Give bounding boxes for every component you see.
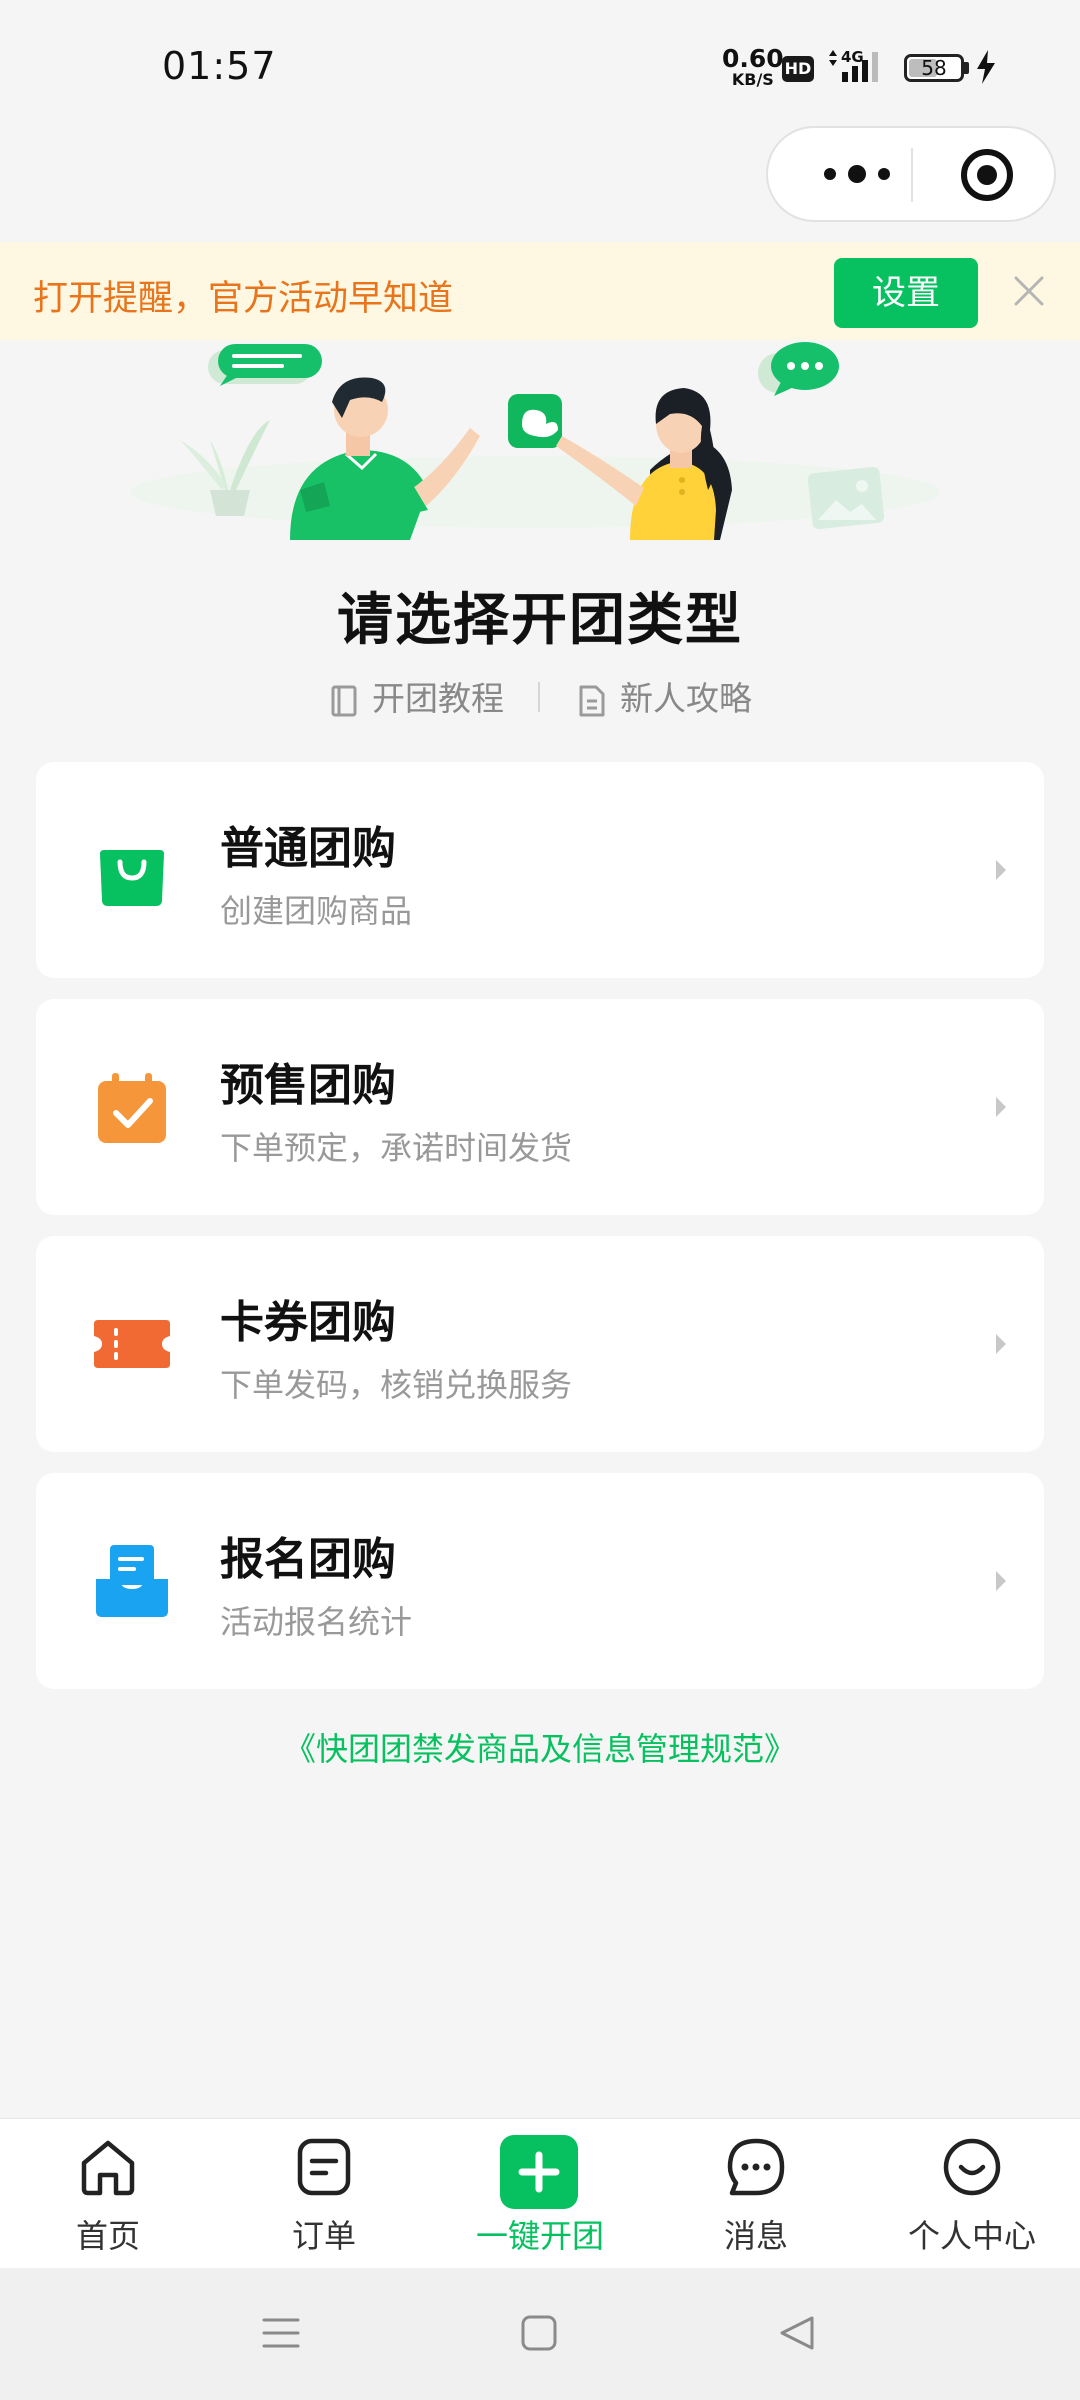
option-card-presale[interactable]: 预售团购 下单预定，承诺时间发货 [36,999,1044,1215]
hd-badge: HD [782,56,814,82]
menu-icon[interactable] [262,2314,300,2352]
option-subtitle: 下单发码，核销兑换服务 [220,1366,573,1404]
close-icon[interactable] [1013,275,1045,307]
inbox-form-icon [96,1545,168,1617]
more-icon[interactable] [812,158,902,190]
chevron-right-icon [996,1334,1006,1354]
home-square-icon[interactable] [520,2314,558,2352]
back-icon[interactable] [778,2314,816,2352]
miniprogram-capsule [766,126,1056,222]
tab-label: 首页 [75,2217,140,2255]
status-time: 01:57 [162,44,277,88]
option-title: 卡券团购 [220,1297,396,1348]
capsule-divider [911,148,913,202]
battery-icon: 58 [904,54,964,82]
app-logo-illustration [508,394,562,448]
tab-messages[interactable]: 消息 [648,2119,864,2269]
hero-illustration [130,342,940,540]
tab-label: 消息 [723,2217,788,2255]
option-title: 预售团购 [220,1060,396,1111]
signal-icon: 4G [829,48,878,82]
tab-quick-start-group[interactable]: 一键开团 [432,2119,648,2269]
option-card-signup[interactable]: 报名团购 活动报名统计 [36,1473,1044,1689]
tutorial-link-label: 开团教程 [372,679,504,718]
rules-link[interactable]: 《快团团禁发商品及信息管理规范》 [0,1724,1080,1770]
plus-icon [518,2151,560,2193]
settings-button[interactable]: 设置 [834,258,978,328]
bottom-tab-bar: 首页 订单 一键开团 消息 个人中心 [0,2118,1080,2269]
status-bar: 01:57 0.60 KB/S HD 4G 58 [0,0,1080,130]
tab-label: 订单 [291,2217,356,2255]
option-subtitle: 创建团购商品 [220,892,413,930]
tab-home[interactable]: 首页 [0,2119,216,2269]
help-links: 开团教程 新人攻略 [0,672,1080,722]
option-subtitle: 下单预定，承诺时间发货 [220,1129,573,1167]
tab-orders[interactable]: 订单 [216,2119,432,2269]
tutorial-link[interactable]: 开团教程 [330,672,504,720]
chat-bubble-left [208,344,322,386]
calendar-check-icon [98,1073,166,1143]
network-speed: 0.60 KB/S [722,46,784,88]
newbie-guide-link[interactable]: 新人攻略 [578,672,752,720]
message-icon [727,2138,785,2196]
page-title: 请选择开团类型 [337,588,743,653]
option-subtitle: 活动报名统计 [220,1603,413,1641]
banner-text: 打开提醒，官方活动早知道 [33,279,454,319]
network-type: 4G [841,48,864,66]
option-card-normal[interactable]: 普通团购 创建团购商品 [36,762,1044,978]
shopping-bag-icon [100,850,164,906]
tab-profile[interactable]: 个人中心 [864,2119,1080,2269]
plus-icon-bg [500,2135,578,2209]
reminder-banner: 打开提醒，官方活动早知道 设置 [0,242,1080,340]
home-icon [81,2140,135,2196]
book-icon [331,685,357,716]
battery-level: 58 [921,56,947,80]
chevron-right-icon [996,1571,1006,1591]
option-title: 报名团购 [220,1534,396,1585]
links-divider [538,682,540,712]
exit-miniprogram-icon[interactable] [960,148,1014,202]
charging-icon [977,50,995,84]
tab-label: 一键开团 [475,2217,604,2255]
network-speed-unit: KB/S [731,70,774,89]
newbie-guide-link-label: 新人攻略 [620,679,752,718]
chevron-right-icon [996,1097,1006,1117]
system-navigation-bar [0,2268,1080,2400]
ticket-icon [94,1320,170,1368]
picture-frame-illustration [807,466,885,530]
option-title: 普通团购 [220,823,396,874]
tab-label: 个人中心 [907,2217,1036,2255]
option-card-voucher[interactable]: 卡券团购 下单发码，核销兑换服务 [36,1236,1044,1452]
chevron-right-icon [996,860,1006,880]
network-speed-value: 0.60 [722,44,784,73]
profile-icon [943,2138,1001,2196]
chat-bubble-right [758,342,839,396]
order-icon [297,2138,351,2196]
battery-tip [964,62,969,74]
document-icon [579,685,605,716]
